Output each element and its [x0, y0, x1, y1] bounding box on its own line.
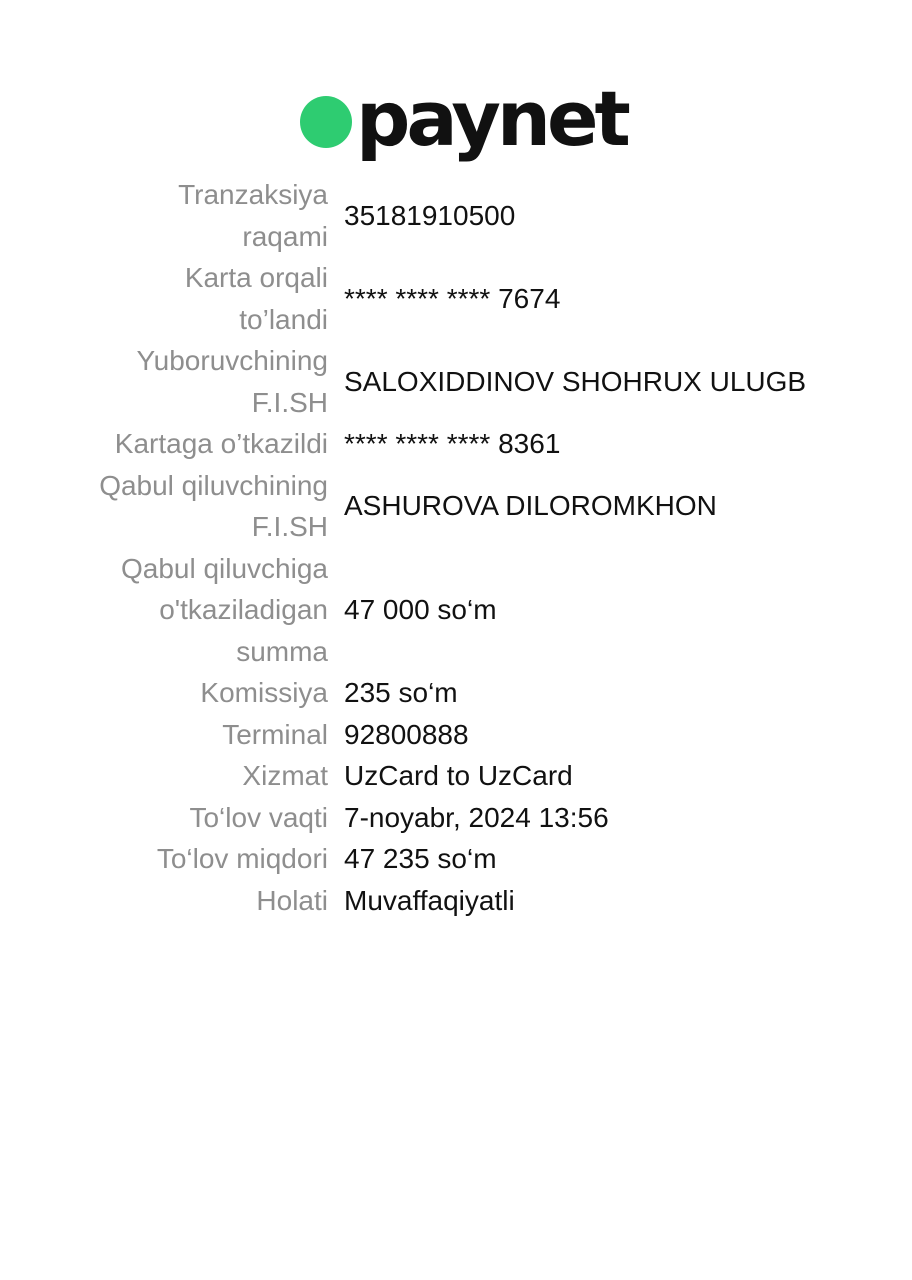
row-value: ASHUROVA DILOROMKHON: [344, 485, 717, 527]
row-value: Muvaffaqiyatli: [344, 880, 515, 922]
row-label: Kartaga o’tkazildi: [0, 423, 328, 465]
row-value: **** **** **** 7674: [344, 278, 560, 320]
row-payment-total: To‘lov miqdori 47 235 so‘m: [0, 838, 912, 880]
paynet-logo: paynet: [300, 74, 627, 164]
row-label: Karta orqali to’landi: [0, 257, 328, 340]
row-paid-by-card: Karta orqali to’landi **** **** **** 767…: [0, 257, 912, 340]
row-value: **** **** **** 8361: [344, 423, 560, 465]
row-value: 92800888: [344, 714, 469, 756]
row-recipient-card: Kartaga o’tkazildi **** **** **** 8361: [0, 423, 912, 465]
row-recipient-name: Qabul qiluvchining F.I.SH ASHUROVA DILOR…: [0, 465, 912, 548]
logo-wordmark: paynet: [356, 81, 627, 157]
row-transaction-number: Tranzaksiya raqami 35181910500: [0, 174, 912, 257]
row-label: Terminal: [0, 714, 328, 756]
row-commission: Komissiya 235 so‘m: [0, 672, 912, 714]
row-value: UzCard to UzCard: [344, 755, 573, 797]
row-transfer-amount: Qabul qiluvchiga o'tkaziladigan summa 47…: [0, 548, 912, 673]
row-label: Holati: [0, 880, 328, 922]
row-sender-name: Yuboruvchining F.I.SH SALOXIDDINOV SHOHR…: [0, 340, 912, 423]
row-value: 35181910500: [344, 195, 515, 237]
row-value: 47 235 so‘m: [344, 838, 497, 880]
row-service: Xizmat UzCard to UzCard: [0, 755, 912, 797]
row-label: Qabul qiluvchiga o'tkaziladigan summa: [0, 548, 328, 673]
row-payment-time: To‘lov vaqti 7-noyabr, 2024 13:56: [0, 797, 912, 839]
row-value: SALOXIDDINOV SHOHRUX ULUGB: [344, 361, 806, 403]
row-label: Qabul qiluvchining F.I.SH: [0, 465, 328, 548]
row-status: Holati Muvaffaqiyatli: [0, 880, 912, 922]
row-label: Tranzaksiya raqami: [0, 174, 328, 257]
row-label: To‘lov vaqti: [0, 797, 328, 839]
row-value: 7-noyabr, 2024 13:56: [344, 797, 609, 839]
row-label: Yuboruvchining F.I.SH: [0, 340, 328, 423]
logo-dot-icon: [300, 96, 352, 148]
row-value: 235 so‘m: [344, 672, 458, 714]
row-terminal: Terminal 92800888: [0, 714, 912, 756]
receipt-details: Tranzaksiya raqami 35181910500 Karta orq…: [0, 174, 912, 921]
row-label: Xizmat: [0, 755, 328, 797]
row-label: To‘lov miqdori: [0, 838, 328, 880]
row-label: Komissiya: [0, 672, 328, 714]
row-value: 47 000 so‘m: [344, 589, 497, 631]
